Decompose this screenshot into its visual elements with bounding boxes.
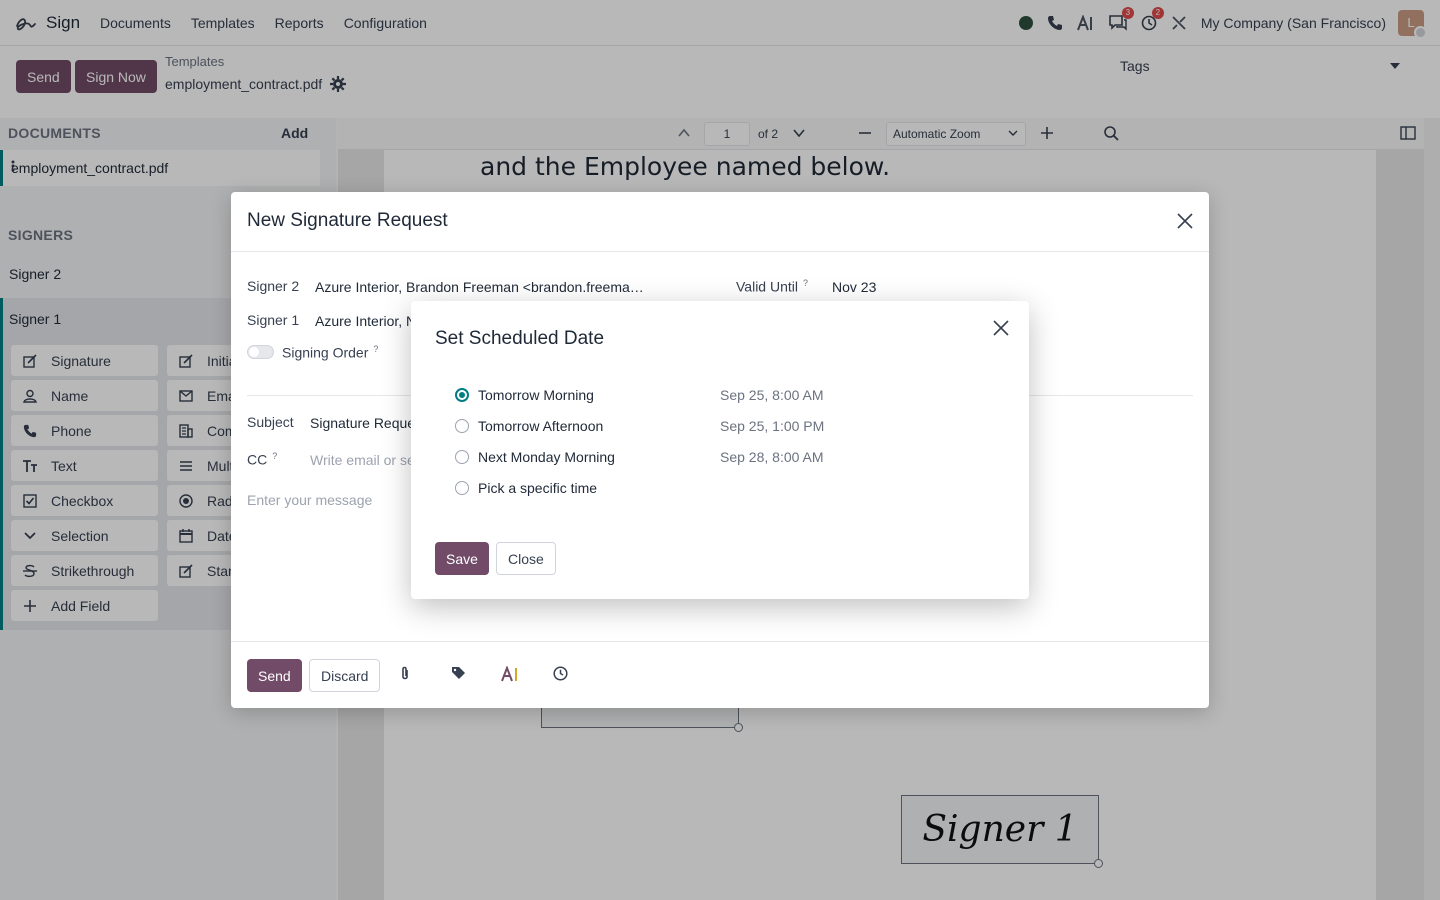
save-button[interactable]: Save	[435, 542, 489, 575]
option-label: Next Monday Morning	[478, 449, 615, 465]
option-label: Tomorrow Afternoon	[478, 418, 604, 434]
option-time: Sep 25, 8:00 AM	[720, 387, 824, 403]
ai-icon[interactable]	[501, 666, 521, 682]
dialog-header: New Signature Request	[231, 192, 1209, 252]
signer-1-input[interactable]: Azure Interior, N	[315, 313, 416, 329]
close-icon[interactable]	[993, 320, 1009, 336]
option-next-monday-morning[interactable]: Next Monday Morning	[455, 447, 615, 467]
subject-input[interactable]: Signature Reque	[310, 415, 415, 431]
valid-until-input[interactable]: Nov 23	[832, 279, 876, 295]
message-input[interactable]: Enter your message	[247, 492, 372, 508]
cc-label: CC?	[247, 451, 278, 468]
close-icon[interactable]	[1177, 213, 1193, 229]
radio-button[interactable]	[455, 419, 469, 433]
option-tomorrow-afternoon[interactable]: Tomorrow Afternoon	[455, 416, 603, 436]
radio-button[interactable]	[455, 450, 469, 464]
set-scheduled-date-dialog: Set Scheduled Date Tomorrow Morning Sep …	[411, 301, 1029, 599]
help-tooltip[interactable]: ?	[272, 451, 277, 461]
signing-order-label: Signing Order?	[282, 344, 379, 361]
signing-order-toggle[interactable]	[247, 345, 274, 359]
signer-2-input[interactable]: Azure Interior, Brandon Freeman <brandon…	[315, 279, 644, 295]
discard-button[interactable]: Discard	[309, 659, 381, 692]
dialog-title: New Signature Request	[247, 210, 448, 231]
radio-button[interactable]	[455, 388, 469, 402]
option-time: Sep 28, 8:00 AM	[720, 449, 824, 465]
valid-until-label: Valid Until?	[736, 278, 809, 295]
option-label: Pick a specific time	[478, 480, 598, 496]
close-button[interactable]: Close	[496, 542, 556, 575]
help-tooltip[interactable]: ?	[373, 344, 378, 354]
option-pick-specific-time[interactable]: Pick a specific time	[455, 478, 597, 498]
signer-2-label: Signer 2	[247, 278, 300, 294]
option-tomorrow-morning[interactable]: Tomorrow Morning	[455, 385, 594, 405]
cc-input[interactable]: Write email or se	[310, 452, 415, 468]
radio-button[interactable]	[455, 481, 469, 495]
send-request-button[interactable]: Send	[247, 659, 302, 692]
option-time: Sep 25, 1:00 PM	[720, 418, 825, 434]
dialog-footer: Send Discard	[231, 641, 1209, 708]
tag-icon[interactable]	[451, 666, 467, 680]
signer-1-label: Signer 1	[247, 312, 300, 328]
subject-label: Subject	[247, 414, 294, 430]
help-tooltip[interactable]: ?	[803, 278, 808, 288]
schedule-dialog-title: Set Scheduled Date	[435, 328, 605, 349]
option-label: Tomorrow Morning	[478, 387, 594, 403]
clock-icon[interactable]	[553, 666, 568, 681]
paperclip-icon[interactable]	[398, 666, 412, 682]
